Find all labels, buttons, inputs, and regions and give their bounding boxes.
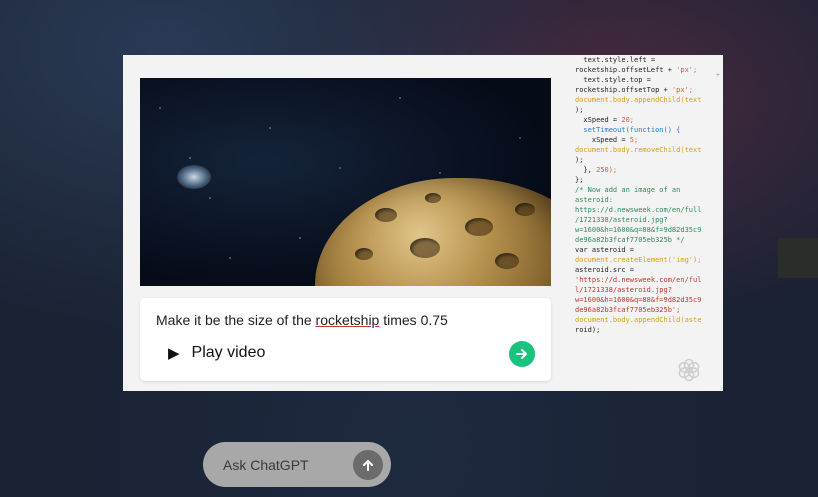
ask-send-button[interactable]: [353, 450, 383, 480]
code-line: w=1600&h=1600&q=88&f=9d82d35c9: [575, 296, 702, 304]
code-line: de96a82b3fcaf7705eb325b */: [575, 236, 685, 244]
code-line: var asteroid =: [575, 246, 635, 254]
openai-logo-icon: [678, 358, 700, 382]
code-line: text.style.top =: [575, 76, 651, 84]
code-line: de96a82b3fcaf7705eb325b';: [575, 306, 681, 314]
code-line: asteroid:: [575, 196, 613, 204]
video-preview[interactable]: [140, 78, 551, 286]
arrow-right-icon: [516, 349, 527, 359]
code-line: setTimeout(function() {: [575, 126, 681, 134]
demo-card: Make it be the size of the rocketship ti…: [123, 55, 723, 391]
code-line: 'https://d.newsweek.com/en/ful: [575, 276, 702, 284]
code-line: /* Now add an image of an: [575, 186, 681, 194]
code-line: w=1600&h=1600&q=88&f=9d82d35c9: [575, 226, 702, 234]
play-icon: ▶: [168, 345, 180, 362]
code-line: https://d.newsweek.com/en/full: [575, 206, 702, 214]
arrow-up-icon: [363, 460, 373, 471]
code-line: /1721338/asteroid.jpg?: [575, 216, 668, 224]
code-line: rocketship.offsetLeft + 'px';: [575, 66, 698, 74]
code-line: text.style.left =: [575, 56, 656, 64]
misspelled-word: rocketship: [315, 312, 380, 328]
code-line: document.createElement('img');: [575, 256, 702, 264]
ask-bar: [203, 442, 391, 487]
code-line: );: [575, 106, 584, 114]
code-line: };: [575, 176, 584, 184]
code-line: xSpeed = 20;: [575, 116, 635, 124]
code-line: l/1721338/asteroid.jpg?: [575, 286, 672, 294]
code-line: document.body.removeChild(text: [575, 146, 702, 154]
side-panel-tab[interactable]: [778, 238, 818, 278]
code-line: rocketship.offsetTop + 'px';: [575, 86, 694, 94]
code-line: }, 250);: [575, 166, 618, 174]
code-line: asteroid.src =: [575, 266, 635, 274]
rocketship-image: [177, 165, 211, 189]
scroll-marker: +: [715, 72, 720, 79]
code-panel[interactable]: text.style.left = rocketship.offsetLeft +…: [575, 55, 720, 391]
code-line: xSpeed = 5;: [575, 136, 639, 144]
code-line: document.body.appendChild(text: [575, 96, 702, 104]
code-line: roid);: [575, 326, 601, 334]
code-line: document.body.appendChild(aste: [575, 316, 702, 324]
prompt-box: Make it be the size of the rocketship ti…: [140, 298, 551, 381]
play-video-label: Play video: [191, 344, 266, 361]
ask-input[interactable]: [221, 454, 355, 476]
prompt-text: Make it be the size of the rocketship ti…: [156, 312, 448, 328]
play-video-button[interactable]: ▶ Play video: [168, 344, 265, 362]
code-line: );: [575, 156, 584, 164]
send-button[interactable]: [509, 341, 535, 367]
